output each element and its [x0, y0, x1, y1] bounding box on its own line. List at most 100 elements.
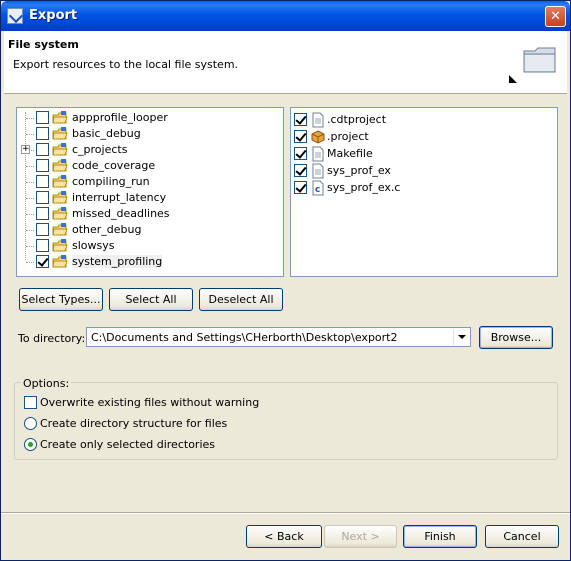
file-checkbox[interactable]	[294, 181, 307, 194]
file-icon	[312, 146, 324, 162]
file-icon	[312, 112, 324, 128]
to-directory-combo[interactable]: C:\Documents and Settings\CHerborth\Desk…	[86, 327, 471, 347]
wizard-header: File system Export resources to the loca…	[4, 31, 567, 94]
project-label: slowsys	[72, 239, 115, 252]
tree-connector	[26, 246, 34, 247]
project-tree[interactable]: appprofile_looper basic_debug + c_projectsc…	[16, 107, 284, 277]
tree-connector	[26, 230, 34, 231]
project-checkbox[interactable]	[36, 143, 49, 156]
project-checkbox[interactable]	[36, 223, 49, 236]
file-icon	[312, 163, 324, 179]
back-button[interactable]: < Back	[246, 525, 322, 548]
project-checkbox[interactable]	[36, 255, 49, 268]
overwrite-label: Overwrite existing files without warning	[40, 396, 260, 409]
finish-button[interactable]: Finish	[403, 525, 477, 548]
project-row[interactable]: + c_projects	[17, 142, 277, 158]
project-checkbox[interactable]	[36, 207, 49, 220]
file-label: .cdtproject	[327, 113, 387, 126]
project-checkbox[interactable]	[36, 175, 49, 188]
project-row[interactable]: slowsys	[17, 238, 277, 254]
file-label: sys_prof_ex.c	[327, 181, 401, 194]
svg-text:c: c	[315, 185, 320, 195]
deselect-all-button[interactable]: Deselect All	[199, 288, 283, 311]
create-structure-radio[interactable]	[24, 417, 37, 430]
file-row[interactable]: .project	[291, 129, 551, 145]
project-label: code_coverage	[72, 159, 156, 172]
project-checkbox[interactable]	[36, 111, 49, 124]
file-checkbox[interactable]	[294, 147, 307, 160]
c-source-icon: c	[312, 180, 324, 196]
chevron-down-icon[interactable]	[453, 329, 469, 345]
project-row[interactable]: basic_debug	[17, 126, 277, 142]
tree-connector	[26, 262, 34, 263]
file-row[interactable]: c sys_prof_ex.c	[291, 180, 551, 196]
project-folder-icon	[52, 207, 68, 220]
project-row[interactable]: appprofile_looper	[17, 110, 277, 126]
project-row[interactable]: other_debug	[17, 222, 277, 238]
project-folder-icon	[52, 191, 68, 204]
project-folder-icon	[52, 175, 68, 188]
project-folder-icon	[52, 143, 68, 156]
project-row[interactable]: code_coverage	[17, 158, 277, 174]
title-bar[interactable]: Export ✕	[1, 1, 570, 31]
options-title: Options:	[21, 377, 72, 390]
file-row[interactable]: sys_prof_ex	[291, 163, 551, 179]
select-types-button[interactable]: Select Types...	[19, 288, 103, 311]
page-title: File system	[8, 38, 79, 51]
project-folder-icon	[52, 111, 68, 124]
footer-separator	[1, 512, 570, 514]
project-label: appprofile_looper	[72, 111, 168, 124]
project-label: system_profiling	[72, 255, 163, 268]
project-label: missed_deadlines	[72, 207, 170, 220]
project-label: compiling_run	[72, 175, 150, 188]
tree-connector	[26, 182, 34, 183]
project-folder-icon	[52, 159, 68, 172]
project-checkbox[interactable]	[36, 239, 49, 252]
file-checkbox[interactable]	[294, 113, 307, 126]
cancel-button[interactable]: Cancel	[485, 525, 559, 548]
project-label: c_projects	[72, 143, 128, 156]
project-folder-icon	[52, 239, 68, 252]
close-icon: ✕	[550, 9, 561, 24]
folder-banner-icon	[523, 47, 556, 73]
tree-connector	[26, 134, 34, 135]
next-button[interactable]: Next >	[324, 525, 397, 548]
project-row[interactable]: missed_deadlines	[17, 206, 277, 222]
create-selected-label: Create only selected directories	[40, 438, 215, 451]
page-description: Export resources to the local file syste…	[13, 58, 239, 71]
project-folder-icon	[52, 127, 68, 140]
project-label: other_debug	[72, 223, 142, 236]
project-checkbox[interactable]	[36, 127, 49, 140]
project-checkbox[interactable]	[36, 191, 49, 204]
browse-button[interactable]: Browse...	[479, 326, 553, 349]
window-app-icon	[7, 8, 23, 24]
file-row[interactable]: Makefile	[291, 146, 551, 162]
file-checkbox[interactable]	[294, 164, 307, 177]
project-checkbox[interactable]	[36, 159, 49, 172]
project-label: interrupt_latency	[72, 191, 167, 204]
project-row[interactable]: compiling_run	[17, 174, 277, 190]
file-checkbox[interactable]	[294, 130, 307, 143]
file-label: .project	[327, 130, 369, 143]
project-label: basic_debug	[72, 127, 141, 140]
expand-icon[interactable]: +	[21, 145, 30, 154]
file-label: sys_prof_ex	[327, 164, 391, 177]
export-arrow-icon	[509, 75, 517, 83]
to-directory-value[interactable]: C:\Documents and Settings\CHerborth\Desk…	[91, 331, 398, 344]
window-title: Export	[29, 8, 78, 23]
close-button[interactable]: ✕	[545, 6, 566, 27]
project-folder-icon	[52, 223, 68, 236]
overwrite-checkbox[interactable]	[24, 396, 37, 409]
project-row[interactable]: system_profiling	[17, 254, 277, 270]
tree-connector	[26, 166, 34, 167]
select-all-button[interactable]: Select All	[109, 288, 193, 311]
file-list[interactable]: .cdtproject .project Makefile sys_prof_exc s…	[290, 107, 558, 277]
export-dialog: Export ✕ File system Export resources to…	[0, 0, 571, 561]
create-structure-label: Create directory structure for files	[40, 417, 228, 430]
tree-connector	[26, 118, 34, 119]
file-label: Makefile	[327, 147, 373, 160]
project-row[interactable]: interrupt_latency	[17, 190, 277, 206]
project-file-icon	[311, 130, 325, 144]
create-selected-radio[interactable]	[24, 438, 37, 451]
file-row[interactable]: .cdtproject	[291, 112, 551, 128]
